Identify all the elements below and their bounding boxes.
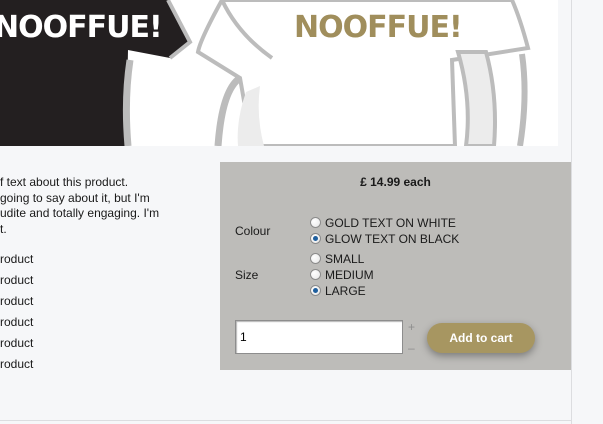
description-line: udite and totally engaging. I'm [0, 206, 160, 220]
radio-button[interactable] [310, 217, 321, 228]
option-label: SMALL [325, 251, 365, 266]
price-label: £ 14.99 each [360, 175, 431, 189]
description-line: going to say about it, but I'm [0, 190, 150, 205]
size-option-medium[interactable]: MEDIUM [310, 267, 374, 282]
size-label: Size [235, 268, 259, 282]
quantity-input[interactable] [235, 320, 403, 354]
colour-option-glow-black[interactable]: GLOW TEXT ON BLACK [310, 231, 459, 246]
purchase-panel: £ 14.99 each Colour GOLD TEXT ON WHITE G… [220, 162, 571, 370]
product-feature-list: roduct roduct roduct roduct roduct roduc… [0, 251, 33, 377]
description-line: f text about this product. [0, 175, 129, 189]
product-hero-image: NOOFFUE! NOOFFUE! [0, 0, 558, 146]
list-item: roduct [0, 273, 34, 287]
radio-button[interactable] [310, 269, 321, 280]
list-item: roduct [0, 357, 34, 371]
size-option-large[interactable]: LARGE [310, 283, 366, 298]
add-to-cart-button[interactable]: Add to cart [427, 323, 535, 353]
radio-button[interactable] [310, 233, 321, 244]
radio-button[interactable] [310, 285, 321, 296]
colour-option-gold-white[interactable]: GOLD TEXT ON WHITE [310, 215, 456, 230]
product-description: f text about this product. going to say … [0, 175, 200, 237]
size-option-small[interactable]: SMALL [310, 251, 364, 266]
page-border-right [571, 0, 572, 424]
option-label: GLOW TEXT ON BLACK [325, 231, 460, 246]
list-item: roduct [0, 336, 34, 350]
brand-logo-text: NOOFFUE! [294, 10, 463, 45]
option-label: LARGE [325, 283, 366, 298]
list-item: roduct [0, 315, 34, 329]
list-item: roduct [0, 252, 34, 266]
option-label: MEDIUM [325, 267, 374, 282]
page-border-bottom [0, 420, 571, 421]
decrease-quantity-button[interactable]: – [408, 341, 415, 355]
colour-label: Colour [235, 224, 271, 238]
increase-quantity-button[interactable]: + [408, 320, 415, 334]
option-label: GOLD TEXT ON WHITE [325, 215, 456, 230]
brand-logo-text: NOOFFUE! [0, 10, 163, 45]
description-line: t. [0, 221, 7, 236]
radio-button[interactable] [310, 253, 321, 264]
list-item: roduct [0, 294, 34, 308]
